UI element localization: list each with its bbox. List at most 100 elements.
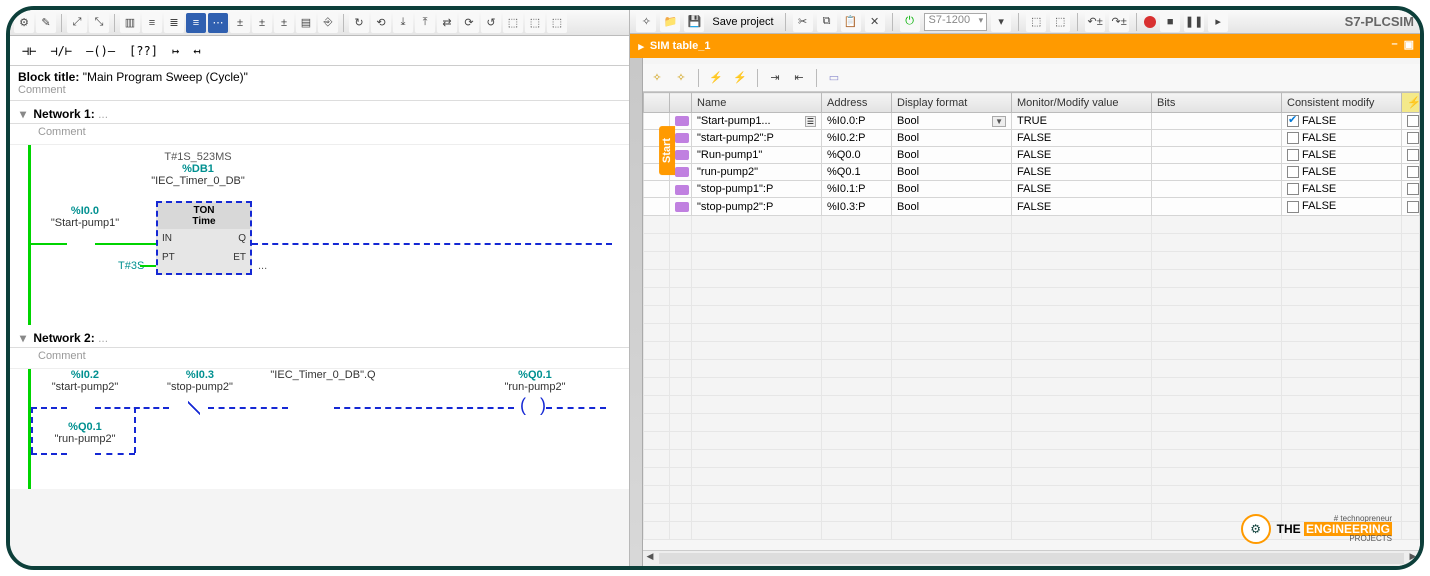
contact-nc-icon[interactable]: ⊣/⊢ (46, 42, 76, 60)
checkbox[interactable] (1287, 115, 1299, 127)
tool-icon[interactable]: ⬚ (1026, 12, 1046, 32)
table-row[interactable]: "stop-pump2":P%I0.3:PBoolFALSEFALSE (644, 198, 1420, 215)
network2-header[interactable]: ▾ Network 2: ... (10, 325, 629, 348)
minimize-icon[interactable]: – (1391, 38, 1397, 51)
sim-tab[interactable]: ▸ SIM table_1 – ▣ (630, 34, 1420, 58)
col-display[interactable]: Display format (892, 93, 1012, 113)
network1-comment[interactable]: Comment (10, 124, 629, 145)
block-comment[interactable]: Comment (18, 84, 621, 96)
block-title-value[interactable]: "Main Program Sweep (Cycle)" (83, 70, 248, 84)
sim-table[interactable]: Name Address Display format Monitor/Modi… (643, 92, 1420, 550)
tool-icon[interactable]: ⤡ (89, 13, 109, 33)
checkbox[interactable] (1287, 201, 1299, 213)
tool-icon[interactable]: ⬚ (547, 13, 567, 33)
tool-icon[interactable]: ⇄ (437, 13, 457, 33)
checkbox[interactable] (1287, 149, 1299, 161)
start-sidebar[interactable] (630, 58, 643, 566)
checkbox[interactable] (1407, 132, 1419, 144)
record-icon[interactable] (1144, 16, 1156, 28)
save-icon[interactable]: 💾 (684, 12, 704, 32)
tool-icon[interactable]: ⟳ (459, 13, 479, 33)
checkbox[interactable] (1287, 132, 1299, 144)
table-row[interactable]: "stop-pump1":P%I0.1:PBoolFALSEFALSE (644, 181, 1420, 198)
checkbox[interactable] (1407, 166, 1419, 178)
tool-icon[interactable]: ▤ (296, 13, 316, 33)
table-row[interactable]: "run-pump2"%Q0.1BoolFALSEFALSE (644, 164, 1420, 181)
device-select[interactable]: S7-1200 (924, 13, 988, 31)
checkbox[interactable] (1407, 115, 1419, 127)
tool-icon[interactable]: ≣ (164, 13, 184, 33)
network1-canvas[interactable]: T#1S_523MS %DB1 "IEC_Timer_0_DB" TONTime… (10, 145, 629, 325)
pause-icon[interactable]: ❚❚ (1184, 12, 1204, 32)
tool-icon[interactable]: ≡ (186, 13, 206, 33)
nc-contact[interactable] (180, 397, 208, 419)
checkbox[interactable] (1407, 201, 1419, 213)
more-icon[interactable]: ▸ (1208, 12, 1228, 32)
tool-icon[interactable]: ⤢ (67, 13, 87, 33)
cut-icon[interactable]: ✂ (793, 12, 813, 32)
bolt-icon[interactable]: ⚡ (730, 68, 750, 88)
tool-icon[interactable]: ⟲ (371, 13, 391, 33)
network1-header[interactable]: ▾ Network 1: ... (10, 101, 629, 124)
no-contact[interactable] (306, 397, 334, 419)
tool-icon[interactable]: ↻ (349, 13, 369, 33)
tool-icon[interactable]: ⬚ (1050, 12, 1070, 32)
tool-icon[interactable]: ± (252, 13, 272, 33)
import-icon[interactable]: ⇤ (789, 68, 809, 88)
tool-icon[interactable]: ↺ (481, 13, 501, 33)
h-scrollbar[interactable]: ◀▶ (643, 550, 1420, 566)
stop-icon[interactable]: ■ (1160, 12, 1180, 32)
coil[interactable] (520, 397, 546, 419)
branch-open-icon[interactable]: ↦ (168, 42, 183, 60)
tool-icon[interactable]: ⋯ (208, 13, 228, 33)
no-contact[interactable] (67, 443, 95, 465)
col-bits[interactable]: Bits (1152, 93, 1282, 113)
tool-icon[interactable]: ⎆ (318, 13, 338, 33)
tool-icon[interactable]: ⬚ (503, 13, 523, 33)
table-row[interactable]: "Run-pump1"%Q0.0BoolFALSEFALSE (644, 147, 1420, 164)
power-icon[interactable]: ⏻ (900, 12, 920, 32)
checkbox[interactable] (1287, 183, 1299, 195)
tool-icon[interactable]: ✧ (671, 68, 691, 88)
checkbox[interactable] (1407, 149, 1419, 161)
paste-icon[interactable]: 📋 (841, 12, 861, 32)
table-row[interactable]: "start-pump2":P%I0.2:PBoolFALSEFALSE (644, 130, 1420, 147)
col-name[interactable]: Name (692, 93, 822, 113)
open-icon[interactable]: 📁 (660, 12, 680, 32)
ton-block[interactable]: TONTime INQ PTET (156, 201, 252, 275)
tool-icon[interactable]: ⤓ (393, 13, 413, 33)
box-icon[interactable]: [??] (125, 42, 162, 60)
export-icon[interactable]: ⇥ (765, 68, 785, 88)
branch-close-icon[interactable]: ↤ (189, 42, 204, 60)
checkbox[interactable] (1407, 183, 1419, 195)
col-address[interactable]: Address (822, 93, 892, 113)
tool-icon[interactable]: ≡ (142, 13, 162, 33)
dropdown-icon[interactable]: ▾ (991, 12, 1011, 32)
tool-icon[interactable]: ✧ (647, 68, 667, 88)
network2-canvas[interactable]: %I0.2 "start-pump2" %I0.3 "stop-pump2" "… (10, 369, 629, 489)
redo-icon[interactable]: ↷± (1109, 12, 1129, 32)
no-contact[interactable] (67, 397, 95, 419)
save-project-button[interactable]: Save project (708, 16, 777, 28)
contact-no-icon[interactable]: ⊣⊢ (18, 42, 40, 60)
bolt-icon[interactable]: ⚡ (706, 68, 726, 88)
new-icon[interactable]: ✧ (636, 12, 656, 32)
maximize-icon[interactable]: ▣ (1404, 38, 1414, 51)
coil-icon[interactable]: –()– (82, 42, 119, 60)
network2-comment[interactable]: Comment (10, 348, 629, 369)
tool-icon[interactable]: ⤒ (415, 13, 435, 33)
tool-icon[interactable]: ⚙ (14, 13, 34, 33)
copy-icon[interactable]: ⧉ (817, 12, 837, 32)
no-contact[interactable] (67, 233, 95, 255)
start-tab[interactable]: Start (659, 126, 675, 175)
tool-icon[interactable]: ✎ (36, 13, 56, 33)
tool-icon[interactable]: ± (230, 13, 250, 33)
undo-icon[interactable]: ↶± (1085, 12, 1105, 32)
tool-icon[interactable]: ± (274, 13, 294, 33)
table-row[interactable]: "Start-pump1...☰%I0.0:PBool▼TRUEFALSE (644, 113, 1420, 130)
tool-icon[interactable]: ▥ (120, 13, 140, 33)
delete-icon[interactable]: ✕ (865, 12, 885, 32)
tag-icon[interactable]: ▭ (824, 68, 844, 88)
col-mon[interactable]: Monitor/Modify value (1012, 93, 1152, 113)
tool-icon[interactable]: ⬚ (525, 13, 545, 33)
